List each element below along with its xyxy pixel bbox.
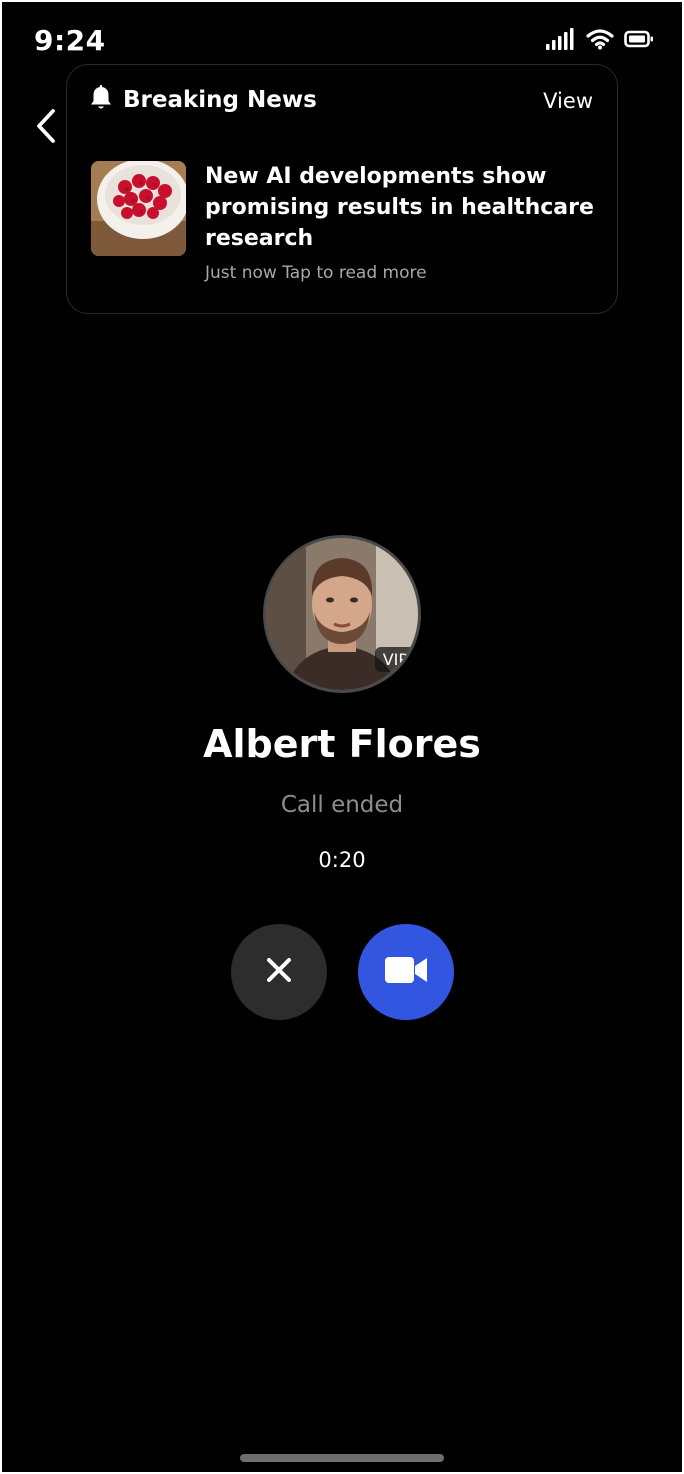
wifi-icon [586,28,614,54]
close-button[interactable] [231,924,327,1020]
caller-avatar: VIP [263,535,421,693]
view-button[interactable]: View [543,89,593,113]
status-icons [546,28,654,54]
signal-icon [546,28,576,54]
notification-header: Breaking News [89,85,317,115]
chevron-left-icon [35,108,57,148]
call-screen: 9:24 Breaking News View New AI developme… [2,2,682,1472]
vip-badge: VIP [374,647,416,672]
battery-icon [624,30,654,52]
call-duration: 0:20 [318,848,366,872]
news-meta: Just now Tap to read more [205,263,427,283]
news-thumbnail [91,161,186,256]
home-indicator[interactable] [240,1454,444,1462]
bell-icon [89,85,113,115]
back-button[interactable] [28,106,64,150]
notification-title: Breaking News [123,87,317,113]
call-status: Call ended [280,792,404,818]
caller-name: Albert Flores [203,722,481,766]
video-call-button[interactable] [358,924,454,1020]
video-camera-icon [384,955,428,989]
news-headline: New AI developments show promising resul… [205,164,594,251]
breaking-news-notification[interactable]: Breaking News View New AI developments s… [66,64,618,314]
close-icon [266,957,292,987]
status-time: 9:24 [34,24,106,57]
